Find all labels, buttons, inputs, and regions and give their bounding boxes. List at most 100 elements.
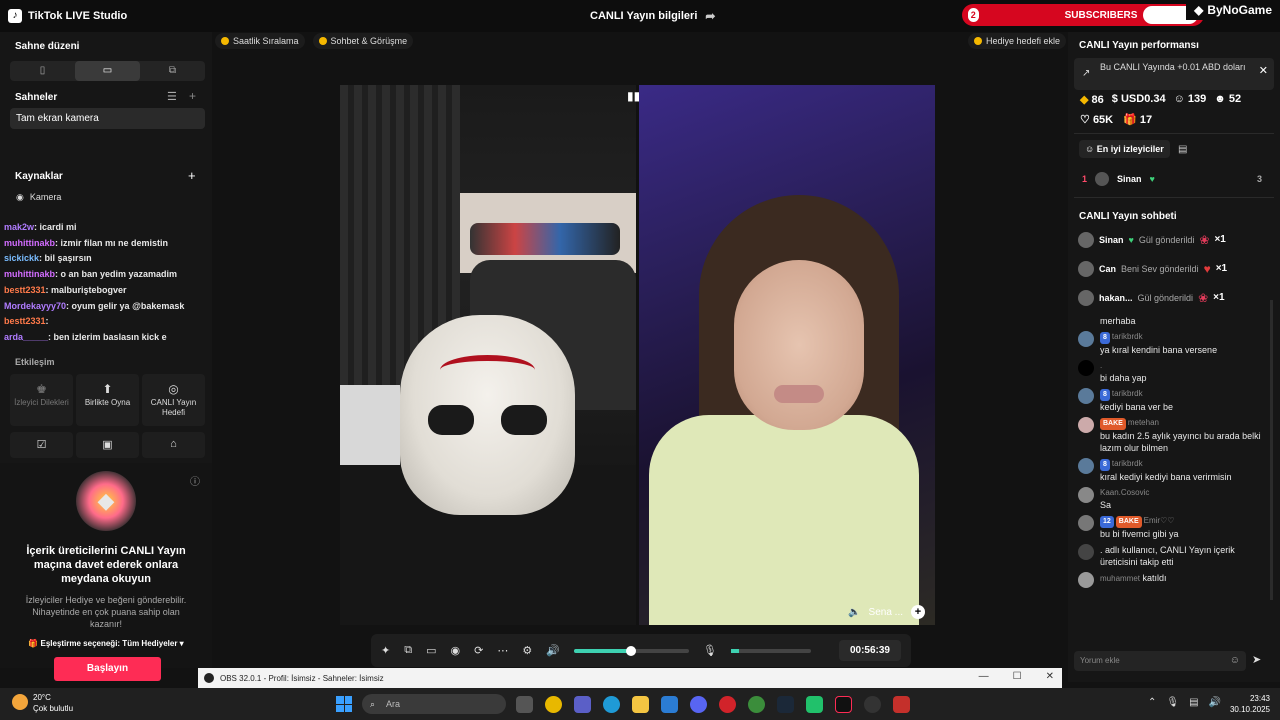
add-source-icon[interactable]: + [188, 168, 196, 183]
list-icon[interactable]: ☰ [167, 90, 177, 103]
live-preview: ▮▮▮ 🔈 Sena ... + [340, 85, 935, 625]
scene-item[interactable]: Tam ekran kamera [10, 108, 205, 129]
viewer-wishes-button[interactable]: ♚ İzleyici Dilekleri [10, 374, 73, 426]
volume-icon[interactable]: 🔊 [546, 644, 560, 657]
subscriber-count: 2 [968, 8, 979, 22]
teams-icon[interactable] [574, 696, 591, 713]
obs-taskbar-icon[interactable] [864, 696, 881, 713]
chat-message: BAKE metehan bu kadın 2.5 aylık yayıncı bu… [1078, 417, 1273, 454]
rose-icon: ❀ [1198, 290, 1209, 305]
match-option[interactable]: 🎁 Eşleştirme seçeneği: Tüm Hediyeler ▾ [0, 639, 212, 648]
gift-goal-button[interactable]: Hediye hedefi ekle [968, 33, 1067, 49]
portrait-layout-icon[interactable]: ▯ [10, 61, 75, 81]
edge-icon[interactable] [603, 696, 620, 713]
steam-icon[interactable] [777, 696, 794, 713]
opera-icon[interactable] [719, 696, 736, 713]
weather-widget[interactable]: 20°C Çok bulutlu [12, 692, 73, 714]
youtube-icon[interactable] [893, 696, 910, 713]
magic-icon[interactable]: ✦ [381, 644, 390, 657]
sources-title: Kaynaklar [15, 171, 63, 182]
close-icon[interactable]: ✕ [1259, 66, 1268, 77]
send-icon[interactable]: ➤ [1252, 653, 1261, 666]
chat-overlay: mak2w: icardi mi muhittinakb: izmir fila… [4, 220, 214, 346]
maximize-icon[interactable]: ☐ [1013, 671, 1022, 682]
effects-icon[interactable]: ⧉ [404, 644, 412, 657]
taskbar-search[interactable]: ⌕ Ara [362, 694, 506, 714]
guest-video [639, 85, 935, 625]
mic-tray-icon[interactable]: 🎙 [1166, 697, 1179, 708]
box-icon[interactable]: ▣ [76, 432, 139, 458]
match-promo: ⓘ ◆ İçerik üreticilerini CANLI Yayın maç… [0, 463, 212, 668]
shop-icon[interactable]: ⌂ [142, 432, 205, 458]
settings-icon[interactable]: ⚙ [522, 644, 532, 657]
system-tray: ⌃ 🎙 ▤ 🔊 [1148, 697, 1221, 708]
obs-icon [204, 673, 214, 683]
more-icon[interactable]: ⋯ [497, 644, 508, 657]
task-view-icon[interactable] [516, 696, 533, 713]
start-button[interactable]: Başlayın [54, 657, 161, 681]
promo-desc: İzleyiciler Hediye ve beğeni gönderebili… [25, 595, 187, 629]
play-together-button[interactable]: ⬆ Birlikte Oyna [76, 374, 139, 426]
camera-switch-icon[interactable]: ⟳ [474, 644, 483, 657]
mic-slider[interactable] [730, 648, 811, 653]
left-panel: Sahne düzeni ▯ ▭ ⧉ Sahneler ☰ + Tam ekra… [0, 32, 212, 668]
hourly-ranking-pill[interactable]: Saatlik Sıralama [215, 33, 305, 49]
comment-input[interactable]: Yorum ekle ☺ [1074, 651, 1246, 671]
gift-row: Can Beni Sev gönderildi ♥ ×1 [1078, 254, 1273, 283]
sound-icon[interactable]: 🔊 [1209, 697, 1221, 708]
windows-start-icon[interactable] [336, 696, 352, 712]
chat-message: . adlı kullanıcı, CANLI Yayın içerik üre… [1078, 544, 1273, 568]
custom-layout-icon[interactable]: ⧉ [140, 61, 205, 81]
gift-icon: 🎁 [1123, 114, 1137, 126]
title-bar: ♪ TikTok LIVE Studio CANLI Yayın bilgile… [0, 0, 1280, 32]
source-item[interactable]: ◉ Kamera [16, 192, 61, 203]
close-icon[interactable]: ✕ [1046, 671, 1054, 682]
app-title: TikTok LIVE Studio [28, 10, 128, 22]
wish-icon: ♚ [36, 382, 47, 396]
viewers-icon: ☺ [1173, 93, 1185, 105]
obs-window-bar[interactable]: OBS 32.0.1 - Profil: İsimsiz - Sahneler:… [198, 668, 1062, 688]
avatar [1078, 360, 1094, 376]
volume-slider[interactable] [573, 645, 689, 656]
add-scene-icon[interactable]: + [189, 89, 196, 103]
speaker-icon: 🔈 [848, 606, 861, 618]
overlay-msg: muhittinakb: o an ban yedim yazamadim [4, 269, 178, 280]
store-icon[interactable] [661, 696, 678, 713]
chrome-dev-icon[interactable] [748, 696, 765, 713]
screen-icon[interactable]: ▭ [426, 644, 436, 657]
live-info-title[interactable]: CANLI Yayın bilgileri ➦ [590, 9, 715, 23]
list-icon[interactable]: ▤ [1178, 144, 1187, 155]
layout-switch[interactable]: ▯ ▭ ⧉ [10, 61, 205, 81]
live-goal-button[interactable]: ◎ CANLI Yayın Hedefi [142, 374, 205, 426]
volume-knob[interactable] [626, 645, 637, 656]
chat-message: merhaba [1100, 316, 1136, 326]
match-illustration-icon: ◆ [76, 471, 136, 531]
emoji-icon[interactable]: ☺ [1230, 651, 1240, 671]
clock[interactable]: 23:43 30.10.2025 [1228, 693, 1270, 715]
minimize-icon[interactable]: — [979, 671, 989, 682]
share-icon[interactable]: ➦ [705, 9, 715, 23]
gift-icon: 🎁 [28, 639, 41, 648]
control-bar: ✦ ⧉ ▭ ◉ ⟳ ⋯ ⚙ 🔊 🎙 00:56:39 [371, 634, 911, 667]
chevron-up-icon[interactable]: ⌃ [1148, 697, 1156, 708]
record-icon[interactable]: ◉ [450, 644, 460, 657]
chrome-icon[interactable] [545, 696, 562, 713]
top-viewer-row[interactable]: 1 Sinan ♥ 3 [1082, 172, 1262, 186]
guest-label[interactable]: 🔈 Sena ... + [848, 605, 925, 619]
tiktok-studio-icon[interactable] [835, 696, 852, 713]
explorer-icon[interactable] [632, 696, 649, 713]
add-guest-icon[interactable]: + [911, 605, 925, 619]
app-icon[interactable] [806, 696, 823, 713]
discord-icon[interactable] [690, 696, 707, 713]
chevron-down-icon: ▾ [179, 639, 184, 648]
help-icon[interactable]: ⓘ [190, 473, 200, 488]
chat-scrollbar[interactable] [1270, 300, 1273, 600]
top-viewers-button[interactable]: ☺ En iyi izleyiciler [1079, 140, 1170, 158]
chat-talk-pill[interactable]: Sohbet & Görüşme [312, 33, 414, 49]
mic-icon[interactable]: 🎙 [703, 644, 717, 657]
network-icon[interactable]: ▤ [1189, 697, 1198, 708]
poll-icon[interactable]: ☑ [10, 432, 73, 458]
host-video [340, 85, 636, 625]
landscape-layout-icon[interactable]: ▭ [75, 61, 140, 81]
chat-message: 8 tarikbrdk kıral kediyi kediyi bana verir… [1078, 458, 1273, 483]
